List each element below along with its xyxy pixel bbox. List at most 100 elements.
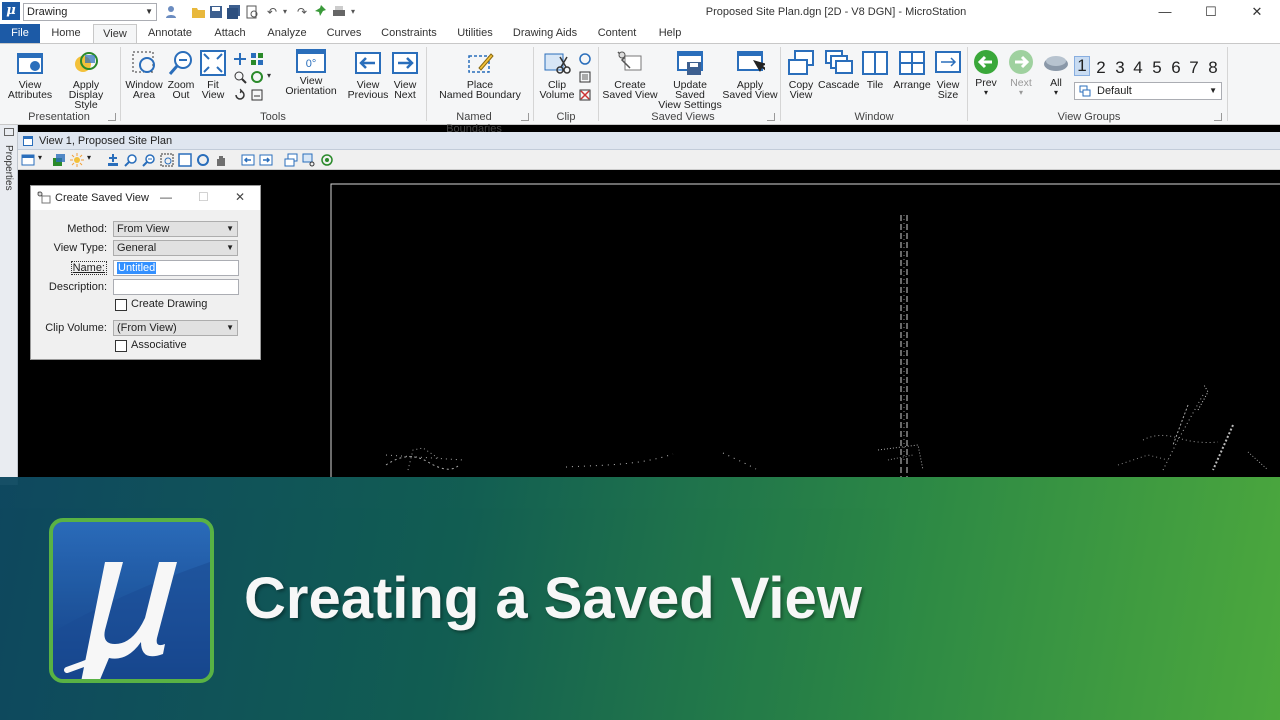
tab-content[interactable]: Content: [592, 24, 642, 43]
view-size-label-2: Size: [937, 89, 959, 101]
update-view-small-icon[interactable]: [106, 153, 120, 167]
method-select[interactable]: From View ▼: [113, 221, 238, 237]
tile-label: Tile: [866, 79, 884, 91]
dialog-minimize-button[interactable]: —: [160, 190, 172, 204]
update-saved-view-button[interactable]: Update Saved View Settings: [658, 48, 722, 110]
display-style-dropdown-icon[interactable]: ▾: [87, 153, 101, 167]
cascade-button[interactable]: Cascade: [818, 48, 859, 90]
all-dropdown-icon[interactable]: ▾: [1040, 88, 1072, 98]
pan-icon[interactable]: [233, 52, 247, 66]
tab-home[interactable]: Home: [45, 24, 87, 43]
view-size-button[interactable]: View Size: [932, 48, 964, 100]
view-group-select[interactable]: Default ▼: [1074, 82, 1222, 100]
cascade-icon: [825, 50, 853, 74]
zoom-out-small-icon[interactable]: [142, 153, 156, 167]
view-number-2[interactable]: 2: [1093, 58, 1109, 78]
view-attributes-button[interactable]: View Attributes: [6, 48, 54, 100]
dialog-titlebar[interactable]: Create Saved View — ☐ ✕: [31, 186, 260, 210]
tab-constraints[interactable]: Constraints: [376, 24, 442, 43]
view-next-button[interactable]: View Next: [388, 48, 422, 100]
apply-display-style-button[interactable]: Apply Display Style: [56, 48, 116, 110]
tab-view[interactable]: View: [93, 24, 137, 44]
associative-checkbox[interactable]: [115, 340, 127, 352]
view-previous-small-icon[interactable]: [241, 153, 255, 167]
clear-clip-icon[interactable]: [578, 88, 592, 102]
view-number-8[interactable]: 8: [1205, 58, 1221, 78]
view-type-select[interactable]: General ▼: [113, 240, 238, 256]
copy-view-small-icon[interactable]: [284, 153, 298, 167]
levels-icon[interactable]: [52, 153, 66, 167]
group-presentation-label: Presentation: [28, 111, 90, 123]
all-views-button[interactable]: All ▾: [1040, 48, 1072, 98]
rotate-view-small-icon[interactable]: [196, 153, 210, 167]
fit-view-small-icon[interactable]: [178, 153, 192, 167]
display-style-small-icon[interactable]: [70, 153, 84, 167]
clip-volume-button[interactable]: Clip Volume: [537, 48, 577, 100]
mu-logo-icon: [53, 562, 210, 679]
group-tools-label: Tools: [260, 111, 286, 123]
next-label: Next: [1010, 77, 1032, 89]
tab-curves[interactable]: Curves: [322, 24, 366, 43]
tab-annotate[interactable]: Annotate: [143, 24, 197, 43]
clip-volume-select[interactable]: (From View) ▼: [113, 320, 238, 336]
tab-analyze[interactable]: Analyze: [262, 24, 312, 43]
arrange-button[interactable]: Arrange: [892, 48, 932, 90]
view-number-6[interactable]: 6: [1168, 58, 1184, 78]
camera-icon[interactable]: [320, 153, 334, 167]
tab-drawing-aids[interactable]: Drawing Aids: [508, 24, 582, 43]
view-number-5[interactable]: 5: [1149, 58, 1165, 78]
tile-button[interactable]: Tile: [858, 48, 892, 90]
view-next-small-icon[interactable]: [259, 153, 273, 167]
window-area-small-icon[interactable]: [160, 153, 174, 167]
clip-mask-icon[interactable]: [578, 52, 592, 66]
dialog-close-button[interactable]: ✕: [235, 190, 245, 204]
display-style-icon: [75, 52, 98, 72]
saved-views-launcher-icon[interactable]: [767, 113, 775, 121]
prev-dropdown-icon[interactable]: ▾: [970, 88, 1002, 98]
clip-settings-icon[interactable]: [578, 70, 592, 84]
tab-file[interactable]: File: [0, 24, 40, 43]
tab-utilities[interactable]: Utilities: [452, 24, 498, 43]
tab-help[interactable]: Help: [652, 24, 688, 43]
view-attributes-small-icon[interactable]: [21, 153, 35, 167]
clip-small-icon[interactable]: [302, 153, 316, 167]
next-view-group-button[interactable]: Next ▾: [1005, 48, 1037, 98]
zoom-in-icon[interactable]: [233, 70, 247, 84]
fit-view-button[interactable]: Fit View: [198, 48, 228, 100]
view-groups-launcher-icon[interactable]: [1214, 113, 1222, 121]
view-number-1[interactable]: 1: [1074, 56, 1090, 76]
view-attributes-dropdown-icon[interactable]: ▾: [38, 153, 52, 167]
window-area-button[interactable]: Window Area: [124, 48, 164, 100]
rotate-view-icon[interactable]: [233, 88, 247, 102]
properties-tab[interactable]: Properties: [3, 145, 14, 191]
tab-attach[interactable]: Attach: [208, 24, 252, 43]
maximize-button[interactable]: ☐: [1188, 0, 1234, 24]
update-view-icon[interactable]: [250, 52, 264, 66]
view-number-4[interactable]: 4: [1130, 58, 1146, 78]
prev-view-group-button[interactable]: Prev ▾: [970, 48, 1002, 98]
properties-side-panel[interactable]: Properties: [0, 125, 18, 485]
view-orientation-button[interactable]: 0° View Orientation: [278, 48, 344, 96]
name-field[interactable]: Untitled: [113, 260, 239, 276]
view-number-7[interactable]: 7: [1186, 58, 1202, 78]
copy-view-settings-icon[interactable]: [250, 88, 264, 102]
panel-pin-icon[interactable]: [4, 128, 14, 136]
walk-icon[interactable]: [250, 70, 264, 84]
next-dropdown-icon[interactable]: ▾: [1005, 88, 1037, 98]
close-button[interactable]: ✕: [1234, 0, 1280, 24]
create-saved-view-button[interactable]: Create Saved View: [602, 48, 658, 100]
presentation-launcher-icon[interactable]: [108, 113, 116, 121]
copy-view-button[interactable]: Copy View: [784, 48, 818, 100]
create-drawing-checkbox[interactable]: [115, 299, 127, 311]
create-drawing-label: Create Drawing: [131, 298, 208, 310]
description-field[interactable]: [113, 279, 239, 295]
apply-saved-view-button[interactable]: Apply Saved View: [722, 48, 778, 100]
named-boundaries-launcher-icon[interactable]: [521, 113, 529, 121]
zoom-out-button[interactable]: Zoom Out: [164, 48, 198, 100]
place-named-boundary-button[interactable]: Place Named Boundary: [432, 48, 528, 100]
minimize-button[interactable]: —: [1142, 0, 1188, 24]
pan-hand-icon[interactable]: [214, 153, 228, 167]
view-number-3[interactable]: 3: [1112, 58, 1128, 78]
view-previous-button[interactable]: View Previous: [346, 48, 390, 100]
zoom-in-small-icon[interactable]: [124, 153, 138, 167]
